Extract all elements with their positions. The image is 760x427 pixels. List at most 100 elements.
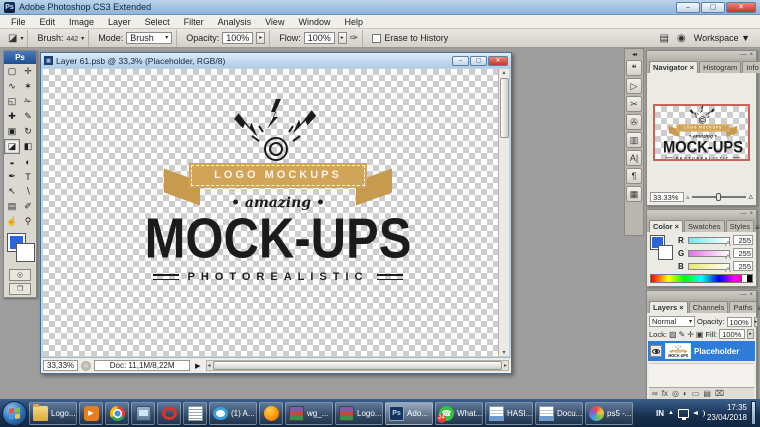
background-color-swatch[interactable]	[16, 243, 35, 262]
vertical-scroll-thumb[interactable]	[499, 78, 509, 138]
move-tool[interactable]: ✛	[20, 64, 36, 79]
document-titlebar[interactable]: ▦ Layer 61.psb @ 33,3% (Placeholder, RGB…	[41, 53, 511, 68]
menu-window[interactable]: Window	[291, 17, 337, 27]
tray-expand-icon[interactable]: ▲	[668, 410, 674, 416]
brushes-panel-icon[interactable]: ❝	[626, 60, 642, 76]
gradient-tool[interactable]: ◧	[20, 139, 36, 154]
actions-panel-icon[interactable]: ▷	[626, 78, 642, 94]
eyedropper-tool[interactable]: ✐	[20, 199, 36, 214]
new-layer-icon[interactable]: ▤	[703, 389, 711, 398]
scroll-up-icon[interactable]: ▴	[502, 69, 505, 76]
zoom-out-icon[interactable]: ▵	[686, 193, 690, 201]
menu-file[interactable]: File	[4, 17, 33, 27]
close-button[interactable]: ✕	[726, 1, 756, 13]
menu-select[interactable]: Select	[138, 17, 177, 27]
taskbar-item-opera[interactable]	[157, 401, 181, 425]
status-menu-arrow-icon[interactable]: ▶	[193, 362, 202, 370]
toolbox-header[interactable]: Ps	[4, 51, 36, 64]
type-tool[interactable]: T	[20, 169, 36, 184]
history-brush-tool[interactable]: ↻	[20, 124, 36, 139]
fill-spinner-icon[interactable]: ▸	[747, 329, 754, 339]
horizontal-scrollbar[interactable]: ◂ ▸	[205, 360, 509, 371]
brush-preview[interactable]: 442	[66, 33, 78, 43]
taskbar-item-folder-logo[interactable]: Logo...	[29, 401, 77, 425]
quick-mask-button[interactable]: ◎	[9, 269, 31, 281]
channel-slider-r[interactable]	[688, 236, 731, 247]
menu-filter[interactable]: Filter	[177, 17, 211, 27]
navigator-zoom-field[interactable]: 33.33%	[650, 191, 684, 202]
blur-tool[interactable]: ◒	[4, 154, 20, 169]
taskbar-item-word-docu[interactable]: Docu...	[535, 401, 583, 425]
status-zoom-field[interactable]: 33,33%	[43, 360, 79, 371]
color-spectrum-ramp[interactable]	[650, 274, 753, 283]
layer-group-icon[interactable]: ▭	[692, 389, 700, 398]
blend-mode-select[interactable]: Normal ▾	[649, 316, 695, 327]
lock-position-icon[interactable]: ✛	[687, 330, 694, 339]
channel-value-b[interactable]: 255	[733, 261, 753, 271]
adjustment-layer-icon[interactable]: ◐	[683, 389, 688, 398]
layer-row-placeholder[interactable]: LOGO MOCKUPS amazing MOCK-UPS PHOTOREALI…	[648, 341, 755, 361]
panel-minimize-icon[interactable]: —	[740, 211, 746, 217]
clone-stamp-tool[interactable]: ▣	[4, 124, 20, 139]
channel-slider-b[interactable]	[688, 262, 731, 273]
navigator-proxy-view[interactable]: LOGO MOCKUPS amazing MOCK-UPS PHOTOREALI…	[653, 103, 750, 161]
menu-image[interactable]: Image	[62, 17, 101, 27]
fill-input[interactable]: 100%	[719, 329, 746, 339]
lasso-tool[interactable]: ∿	[4, 79, 20, 94]
tab-info[interactable]: Info	[742, 61, 760, 73]
mode-select[interactable]: Brush ▾	[126, 32, 173, 44]
minimize-button[interactable]: –	[676, 1, 700, 13]
healing-brush-tool[interactable]: ✚	[4, 109, 20, 124]
panel-minimize-icon[interactable]: —	[740, 52, 746, 58]
flow-input[interactable]: 100%	[303, 32, 335, 44]
taskbar-item-notes[interactable]	[183, 401, 207, 425]
show-desktop-button[interactable]	[751, 401, 756, 425]
language-indicator[interactable]: IN	[656, 409, 664, 418]
taskbar-item-winrar-logo[interactable]: Logo...	[335, 401, 383, 425]
path-selection-tool[interactable]: ↖	[4, 184, 20, 199]
layers-opacity-spinner-icon[interactable]: ▸	[753, 316, 759, 327]
dodge-tool[interactable]: ◐	[20, 154, 36, 169]
maximize-button[interactable]: ▢	[701, 1, 725, 13]
magic-wand-tool[interactable]: ✶	[20, 79, 36, 94]
taskbar-item-photoshop[interactable]: Ps Ado...	[385, 401, 433, 425]
rectangular-marquee-tool[interactable]: ▢	[4, 64, 20, 79]
eraser-tool-preset-icon[interactable]: ◪	[8, 33, 17, 44]
menu-view[interactable]: View	[258, 17, 291, 27]
tab-channels[interactable]: Channels	[688, 301, 729, 313]
scroll-right-icon[interactable]: ▸	[503, 362, 508, 369]
speaker-icon[interactable]	[692, 408, 705, 418]
tab-paths[interactable]: Paths	[729, 301, 757, 313]
channel-slider-g[interactable]	[688, 249, 731, 260]
tab-histogram[interactable]: Histogram	[699, 61, 742, 73]
taskbar-item-image-ps5[interactable]: ps5 -...	[585, 401, 633, 425]
color-background-swatch[interactable]	[658, 245, 673, 260]
clone-source-panel-icon[interactable]: ✇	[626, 114, 642, 130]
menu-help[interactable]: Help	[337, 17, 370, 27]
lock-paint-icon[interactable]: ✎	[679, 330, 686, 339]
tool-preset-dropdown-icon[interactable]: ▾	[20, 35, 23, 42]
taskbar-item-word-hasi[interactable]: HASI...	[485, 401, 533, 425]
channel-slider-knob[interactable]	[725, 241, 731, 247]
tab-color[interactable]: Color ×	[649, 220, 684, 232]
zoom-in-icon[interactable]: ▵	[748, 191, 753, 202]
pen-tool[interactable]: ✒	[4, 169, 20, 184]
go-to-bridge-icon[interactable]: ▤	[660, 33, 669, 44]
scroll-left-icon[interactable]: ◂	[207, 362, 212, 369]
taskbar-clock[interactable]: 17:35 23/04/2018	[707, 403, 747, 423]
layer-style-fx-icon[interactable]: fx	[662, 389, 668, 398]
doc-close-button[interactable]: ✕	[488, 55, 508, 66]
start-button[interactable]	[2, 400, 27, 426]
taskbar-item-firefox[interactable]	[259, 401, 283, 425]
menu-edit[interactable]: Edit	[33, 17, 63, 27]
animation-panel-icon[interactable]: ▥	[626, 132, 642, 148]
crop-tool[interactable]: ◱	[4, 94, 20, 109]
hand-tool[interactable]: ☝	[4, 214, 20, 229]
canvas[interactable]: LOGO MOCKUPS amazing MOCK-UPS PHOTOREALI…	[43, 69, 509, 356]
delete-layer-icon[interactable]: ⌧	[715, 389, 724, 398]
taskbar-item-media-player[interactable]: ▶	[79, 401, 103, 425]
tool-presets-panel-icon[interactable]: ✂	[626, 96, 642, 112]
brush-tool[interactable]: ✎	[20, 109, 36, 124]
tab-swatches[interactable]: Swatches	[684, 220, 725, 232]
tab-layers[interactable]: Layers ×	[649, 301, 688, 313]
